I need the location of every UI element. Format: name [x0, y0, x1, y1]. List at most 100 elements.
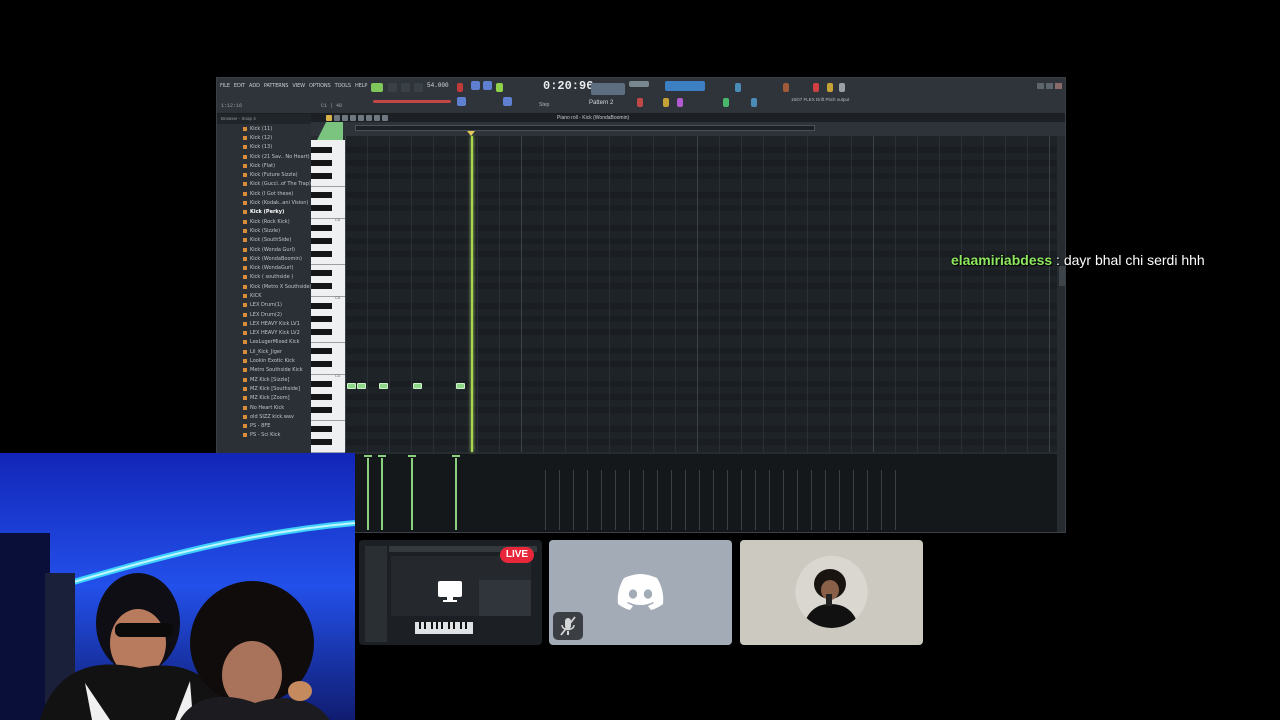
note[interactable]: [357, 383, 366, 389]
scroll-thumb[interactable]: [1059, 266, 1065, 286]
browser-item[interactable]: old SIZZ kick.wav: [243, 412, 311, 421]
browser-item[interactable]: Kick (Perky): [243, 208, 311, 217]
browser-item[interactable]: MZ Kick [Sizzle]: [243, 375, 311, 384]
menu-tools[interactable]: TOOLS: [335, 83, 351, 89]
menu-edit[interactable]: EDIT: [234, 83, 245, 89]
menu-view[interactable]: VIEW: [292, 83, 305, 89]
browser-item[interactable]: PS - Sci Kick: [243, 431, 311, 440]
black-key[interactable]: [311, 224, 332, 231]
velocity-bar[interactable]: [364, 455, 372, 530]
mixer-icon[interactable]: [637, 98, 643, 107]
black-key[interactable]: [311, 315, 332, 322]
black-key[interactable]: [311, 283, 332, 289]
black-key[interactable]: [311, 237, 332, 244]
pattern-song-toggle[interactable]: [371, 83, 383, 92]
countdown-icon[interactable]: [483, 81, 492, 90]
browser-item[interactable]: Lookin Exotic Kick: [243, 356, 311, 365]
browser-item[interactable]: Kick (Future Sizzle): [243, 170, 311, 179]
snap-icon[interactable]: [503, 97, 512, 106]
snap-selector[interactable]: Step: [539, 102, 549, 108]
metronome-icon[interactable]: [457, 83, 463, 92]
close-icon[interactable]: [1055, 83, 1062, 89]
browser-item[interactable]: Kick (13): [243, 143, 311, 152]
browser-item[interactable]: LEX HEAVY Kick LV1: [243, 319, 311, 328]
toolbar-icons[interactable]: [735, 83, 741, 92]
paint-tool-icon[interactable]: [334, 115, 340, 121]
black-key[interactable]: [311, 146, 332, 153]
velocity-bar[interactable]: [408, 455, 416, 530]
muted-mic-icon[interactable]: [553, 612, 583, 640]
tempo-display[interactable]: 54.000: [427, 82, 449, 89]
black-key[interactable]: [311, 270, 332, 276]
browser-item[interactable]: PS - 8FE: [243, 422, 311, 431]
feedback-icon[interactable]: [813, 83, 819, 92]
browser-item[interactable]: Kick (11): [243, 124, 311, 133]
note[interactable]: [456, 383, 465, 389]
black-key[interactable]: [311, 172, 332, 179]
piano-roll-icon[interactable]: [677, 98, 683, 107]
browser-item[interactable]: Kick (Wonda Gurl): [243, 245, 311, 254]
velocity-lane[interactable]: [345, 454, 1057, 532]
note-grid[interactable]: [345, 136, 1057, 452]
browser-item[interactable]: Kick (Flat): [243, 161, 311, 170]
black-key[interactable]: [311, 406, 332, 413]
browser-item[interactable]: Kick (21 Sav.. No Heart): [243, 152, 311, 161]
black-key[interactable]: [311, 439, 332, 445]
black-key[interactable]: [311, 192, 332, 198]
playlist-icon[interactable]: [723, 98, 729, 107]
minimize-icon[interactable]: [1037, 83, 1044, 89]
browser-item[interactable]: LEX Drum(1): [243, 301, 311, 310]
note[interactable]: [347, 383, 356, 389]
browser-item[interactable]: Kick (Metro X Southside): [243, 282, 312, 291]
velocity-bar[interactable]: [378, 455, 386, 530]
browser-icon[interactable]: [751, 98, 757, 107]
browser-item[interactable]: Kick (WondaBoomin): [243, 254, 311, 263]
browser-item[interactable]: Kick ( southside ): [243, 273, 311, 282]
browser-item[interactable]: Kick (I Got these): [243, 189, 311, 198]
browser-item[interactable]: Kick (SouthSide): [243, 236, 311, 245]
play-button[interactable]: [388, 83, 397, 92]
browser-item[interactable]: Metro Southside Kick: [243, 366, 311, 375]
black-key[interactable]: [311, 250, 332, 257]
stop-button[interactable]: [401, 83, 410, 92]
delete-tool-icon[interactable]: [342, 115, 348, 121]
record-button[interactable]: [414, 83, 423, 92]
slice-tool-icon[interactable]: [358, 115, 364, 121]
menu-options[interactable]: OPTIONS: [309, 83, 331, 89]
browser-item[interactable]: Kick (Sizzle): [243, 226, 311, 235]
browser-item[interactable]: Kick (WondaGurl): [243, 263, 311, 272]
zoom-tool-icon[interactable]: [374, 115, 380, 121]
horizontal-scrollbar[interactable]: [355, 125, 815, 131]
plugin-icon[interactable]: [827, 83, 833, 92]
loop-record-icon[interactable]: [496, 83, 503, 92]
note[interactable]: [413, 383, 422, 389]
vertical-scrollbar[interactable]: [1057, 136, 1065, 452]
wait-input-icon[interactable]: [471, 81, 480, 90]
participant-tile-user[interactable]: [740, 540, 923, 645]
browser-item[interactable]: LEX Drum(2): [243, 310, 311, 319]
note[interactable]: [379, 383, 388, 389]
browser-item[interactable]: Kick (12): [243, 133, 311, 142]
black-key[interactable]: [311, 426, 332, 432]
menu-file[interactable]: FILE: [220, 83, 230, 89]
browser-item[interactable]: KICK: [243, 291, 311, 300]
browser-item[interactable]: No Heart Kick: [243, 403, 311, 412]
browser-item[interactable]: Kick (Gucci..of The Trap): [243, 180, 311, 189]
menu-patterns[interactable]: PATTERNS: [264, 83, 289, 89]
browser-item[interactable]: MZ Kick [Zoom]: [243, 394, 311, 403]
black-key[interactable]: [311, 205, 332, 211]
black-key[interactable]: [311, 348, 332, 354]
maximize-icon[interactable]: [1046, 83, 1053, 89]
piano-keyboard[interactable]: C6 C5 C4: [311, 140, 345, 453]
select-tool-icon[interactable]: [366, 115, 372, 121]
menu-help[interactable]: HELP: [355, 83, 367, 89]
black-key[interactable]: [311, 302, 332, 309]
help-icon[interactable]: [783, 83, 789, 92]
browser-item[interactable]: MZ Kick [Southside]: [243, 384, 311, 393]
draw-tool-icon[interactable]: [326, 115, 332, 121]
browser-item[interactable]: LexLugerMixed Kick: [243, 338, 311, 347]
browser-item[interactable]: Lil_Kick_Jiger: [243, 347, 311, 356]
master-volume-slider[interactable]: [373, 100, 451, 103]
channel-rack-icon[interactable]: [663, 98, 669, 107]
velocity-bar[interactable]: [452, 455, 460, 530]
